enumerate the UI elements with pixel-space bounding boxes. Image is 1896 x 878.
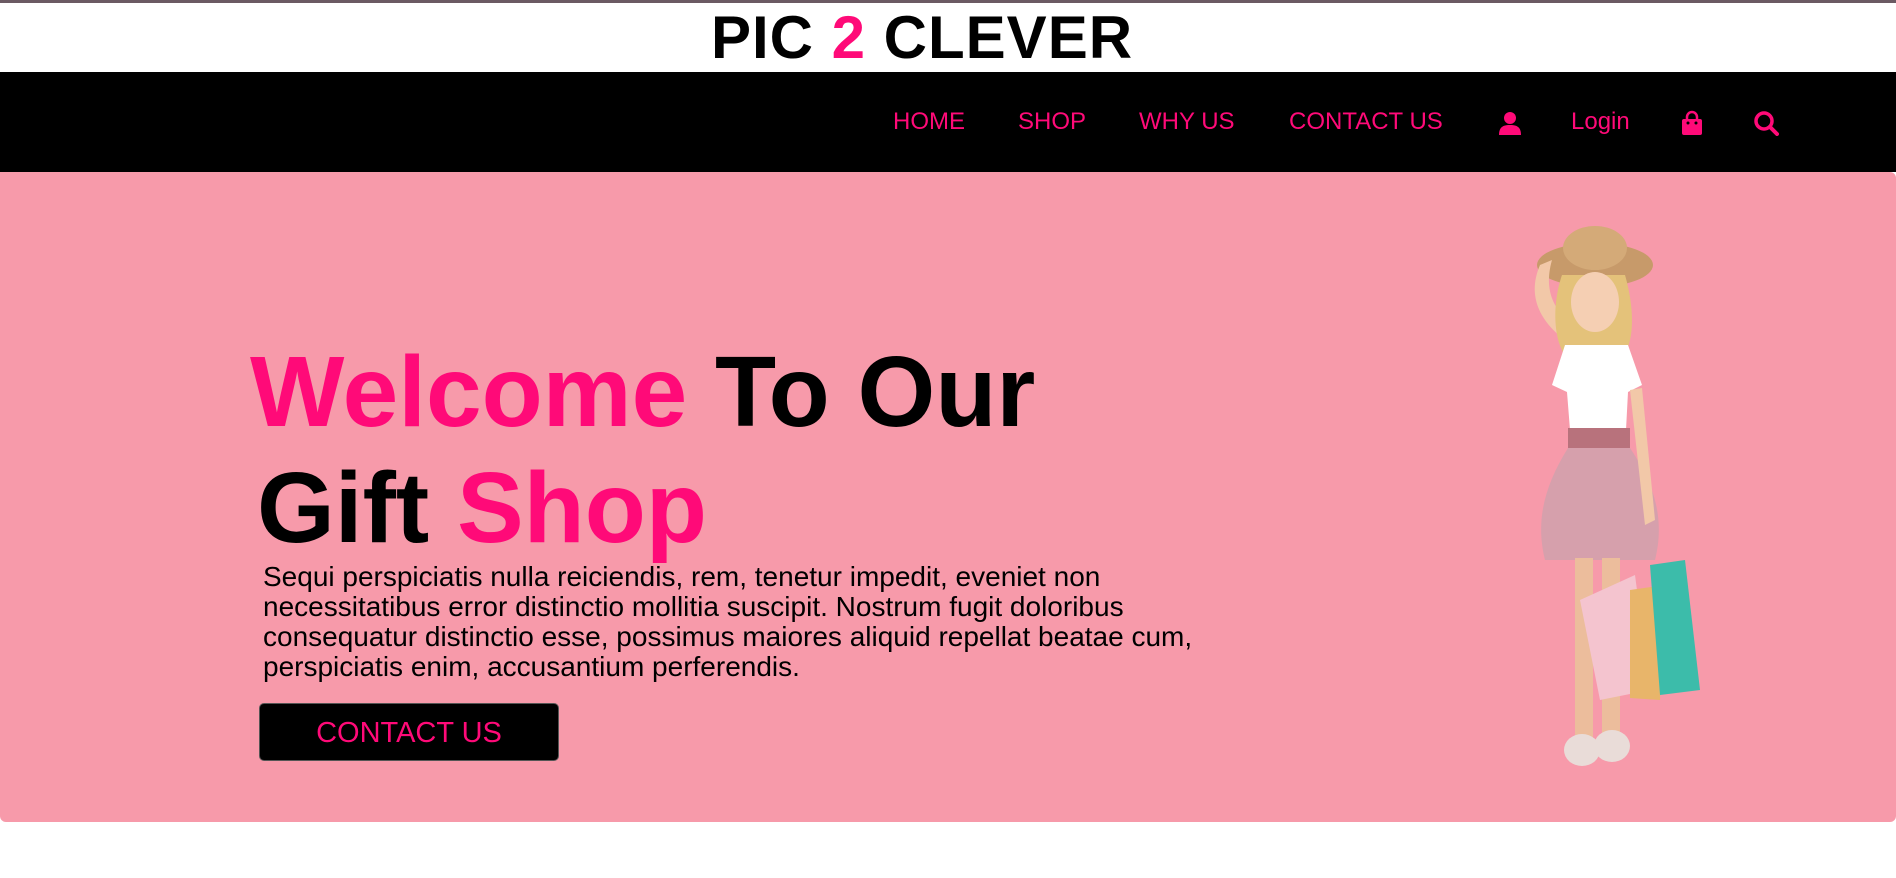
nav-shop[interactable]: SHOP xyxy=(1018,72,1086,172)
user-icon[interactable] xyxy=(1497,110,1523,136)
site-logo[interactable]: PIC 2 CLEVER xyxy=(0,3,1896,72)
headline-to-our: To Our xyxy=(715,336,1036,448)
logo-text-2: 2 xyxy=(831,4,867,71)
contact-us-button[interactable]: CONTACT US xyxy=(259,703,559,761)
shopping-bag-icon[interactable] xyxy=(1679,110,1705,136)
headline-shop: Shop xyxy=(456,452,707,564)
logo-text-clever: CLEVER xyxy=(866,4,1134,71)
headline-welcome: Welcome xyxy=(250,336,688,448)
hero-headline-line1: Welcome To Our xyxy=(250,342,1035,442)
logo-text-pic: PIC xyxy=(710,4,832,71)
hero-headline-line2: Gift Shop xyxy=(257,458,707,558)
hero-banner: Welcome To Our Gift Shop Sequi perspicia… xyxy=(0,172,1896,822)
headline-gift: Gift xyxy=(257,452,430,564)
nav-login[interactable]: Login xyxy=(1571,72,1630,172)
girl-with-shopping-bags-image xyxy=(1534,226,1700,766)
nav-home[interactable]: HOME xyxy=(893,72,965,172)
search-icon[interactable] xyxy=(1753,110,1779,136)
nav-contact-us[interactable]: CONTACT US xyxy=(1289,72,1443,172)
main-navbar: HOME SHOP WHY US CONTACT US Login xyxy=(0,72,1896,172)
nav-why-us[interactable]: WHY US xyxy=(1139,72,1235,172)
hero-description: Sequi perspiciatis nulla reiciendis, rem… xyxy=(263,561,1193,682)
